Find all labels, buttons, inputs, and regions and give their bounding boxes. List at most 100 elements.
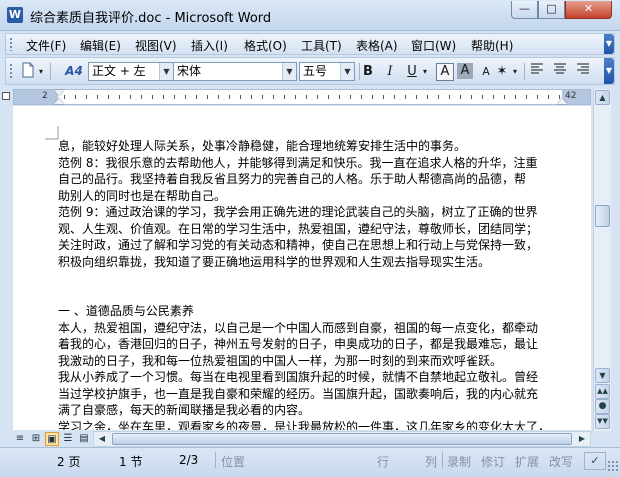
scroll-up-icon[interactable]: ▲ <box>595 90 610 105</box>
ruler-tick <box>438 95 439 99</box>
styles-and-formatting-icon[interactable]: A4 <box>62 62 86 81</box>
align-center-icon[interactable] <box>550 62 570 81</box>
ruler-tick <box>86 95 87 99</box>
doc-line: 助别人的同时也是在帮助自己。 <box>58 188 227 203</box>
status-record[interactable]: 录制 <box>447 453 471 470</box>
ruler-tick <box>548 95 549 99</box>
next-page-icon[interactable]: ▼▼ <box>595 414 610 429</box>
doc-line: 息，能较好处理人际关系，处事冷静稳健，能合理地统筹安排生活中的事务。 <box>58 139 467 153</box>
doc-line: 自己的品行。我坚持着自我反省且努力的完善自己的人格。乐于助人帮德高尚的品德，帮 <box>58 172 527 186</box>
status-extend[interactable]: 扩展 <box>515 453 539 470</box>
doc-line: 积极向组织靠拢，我知道了要正确地运用科学的世界观和人生观去指导现实生活。 <box>58 254 491 269</box>
menu-file[interactable]: 文件(F) <box>26 37 66 54</box>
ruler-tick <box>185 95 186 99</box>
ruler-tick <box>108 95 109 99</box>
ruler-tick <box>240 95 241 99</box>
ruler-tick <box>482 95 483 99</box>
ruler-tick <box>537 95 538 99</box>
status-column: 列 <box>425 455 438 469</box>
menu-insert[interactable]: 插入(I) <box>191 37 228 54</box>
doc-heading: 一 、道德品质与公民素养 <box>58 304 194 318</box>
font-size-combo[interactable]: 五号 ▼ <box>299 62 355 81</box>
character-scale-sparkle-icon[interactable]: ✶ <box>492 62 512 81</box>
ruler-tick <box>207 95 208 99</box>
close-button[interactable]: ✕ <box>565 1 612 19</box>
horizontal-scroll-thumb[interactable] <box>112 433 572 445</box>
doc-line: 范例 8：我很乐意的去帮助他人，并能够得到满足和快乐。我一直在追求人格的升华，注… <box>58 155 538 170</box>
document-body-text[interactable]: 息，能较好处理人际关系，处事冷静稳健，能合理地统筹安排生活中的事务。 范例 8：… <box>58 138 558 430</box>
font-combo[interactable]: 宋体 ▼ <box>173 62 297 81</box>
doc-line: 我激动的日子，我和每一位热爱祖国的中国人一样，为那一时刻的到来而欢呼雀跃。 <box>58 353 503 368</box>
style-combo[interactable]: 正文 + 左 ▼ <box>88 62 174 81</box>
ruler-tick <box>174 95 175 99</box>
status-section: 1 节 <box>119 455 143 469</box>
status-track-changes[interactable]: 修订 <box>481 453 505 470</box>
doc-line: 着我的心，香港回归的日子，神州五号发射的日子，申奥成功的日子，都是我最难忘，最让 <box>58 337 539 351</box>
ruler-tick <box>394 95 395 99</box>
doc-line: 观、人生观、价值观。在日常的学习生活中，热爱祖国，遵纪守法，尊敬师长，团结同学； <box>58 221 539 236</box>
horizontal-scrollbar[interactable]: ◀ ▶ <box>93 431 591 447</box>
menu-bar-grip[interactable] <box>9 37 13 51</box>
ruler-tick <box>493 95 494 99</box>
style-dropdown-icon[interactable]: ▼ <box>159 63 173 80</box>
underline-dropdown-icon[interactable]: ▾ <box>420 62 430 81</box>
new-document-icon[interactable] <box>18 62 38 81</box>
scroll-right-icon[interactable]: ▶ <box>576 433 588 445</box>
menu-tools[interactable]: 工具(T) <box>301 37 342 54</box>
ruler-tick <box>119 95 120 99</box>
menu-overflow-chevron-icon[interactable]: ▼ <box>604 34 614 54</box>
menu-format[interactable]: 格式(O) <box>244 37 287 54</box>
toolbar-separator <box>524 63 525 80</box>
toolbar-grip[interactable] <box>9 63 13 79</box>
scroll-down-icon[interactable]: ▼ <box>595 368 610 383</box>
minimize-button[interactable]: — <box>511 1 538 19</box>
maximize-button[interactable]: □ <box>538 1 565 19</box>
web-layout-view-icon[interactable]: ⊞ <box>29 432 43 446</box>
menu-edit[interactable]: 编辑(E) <box>80 37 121 54</box>
tab-stop-selector-icon[interactable] <box>2 92 10 100</box>
italic-button[interactable]: I <box>380 62 400 81</box>
character-border-button[interactable]: A <box>436 63 454 81</box>
select-browse-object-icon[interactable]: ● <box>595 399 610 414</box>
print-layout-view-icon[interactable]: ▣ <box>45 432 59 446</box>
word-app-icon[interactable]: W <box>7 7 23 23</box>
ruler-tick <box>229 95 230 99</box>
outline-view-icon[interactable]: ☰ <box>61 432 75 446</box>
menu-table[interactable]: 表格(A) <box>356 37 398 54</box>
font-dropdown-icon[interactable]: ▼ <box>282 63 296 80</box>
status-separator <box>442 452 443 468</box>
ruler-tick <box>339 95 340 99</box>
status-separator <box>215 452 216 468</box>
doc-line <box>58 287 558 304</box>
menu-window[interactable]: 窗口(W) <box>411 37 456 54</box>
ruler-tick <box>295 95 296 99</box>
reading-layout-view-icon[interactable]: ▤ <box>77 432 91 446</box>
new-dropdown-icon[interactable]: ▾ <box>36 62 46 81</box>
underline-button[interactable]: U <box>402 62 422 81</box>
align-left-icon[interactable] <box>527 62 547 81</box>
ruler-tick <box>306 95 307 99</box>
document-page[interactable]: 息，能较好处理人际关系，处事冷静稳健，能合理地统筹安排生活中的事务。 范例 8：… <box>13 106 591 430</box>
document-area[interactable]: 息，能较好处理人际关系，处事冷静稳健，能合理地统筹安排生活中的事务。 范例 8：… <box>13 106 591 430</box>
menu-help[interactable]: 帮助(H) <box>471 37 513 54</box>
character-shading-button[interactable]: A <box>457 63 473 79</box>
character-scale-dropdown-icon[interactable]: ▾ <box>510 62 520 81</box>
font-size-dropdown-icon[interactable]: ▼ <box>340 63 354 80</box>
previous-page-icon[interactable]: ▲▲ <box>595 384 610 399</box>
vertical-scroll-thumb[interactable] <box>595 205 610 227</box>
menu-view[interactable]: 视图(V) <box>135 37 177 54</box>
spelling-status-icon[interactable]: ✓ <box>584 452 606 470</box>
bold-button[interactable]: B <box>358 62 378 81</box>
vertical-scrollbar[interactable]: ▲ ▼ ▲▲ ● ▼▼ <box>593 89 611 431</box>
normal-view-icon[interactable]: ≡ <box>13 432 27 446</box>
resize-grip-icon[interactable] <box>607 460 618 471</box>
status-overtype[interactable]: 改写 <box>549 453 573 470</box>
ruler-tick <box>64 95 65 99</box>
align-right-icon[interactable] <box>573 62 593 81</box>
font-value: 宋体 <box>177 64 202 78</box>
scroll-left-icon[interactable]: ◀ <box>96 433 108 445</box>
ruler-tick <box>163 95 164 99</box>
view-buttons-bar: ≡ ⊞ ▣ ☰ ▤ <box>13 431 93 447</box>
toolbar-overflow-chevron-icon[interactable]: ▼ <box>604 58 614 84</box>
horizontal-ruler[interactable]: 2 42 <box>13 89 591 105</box>
